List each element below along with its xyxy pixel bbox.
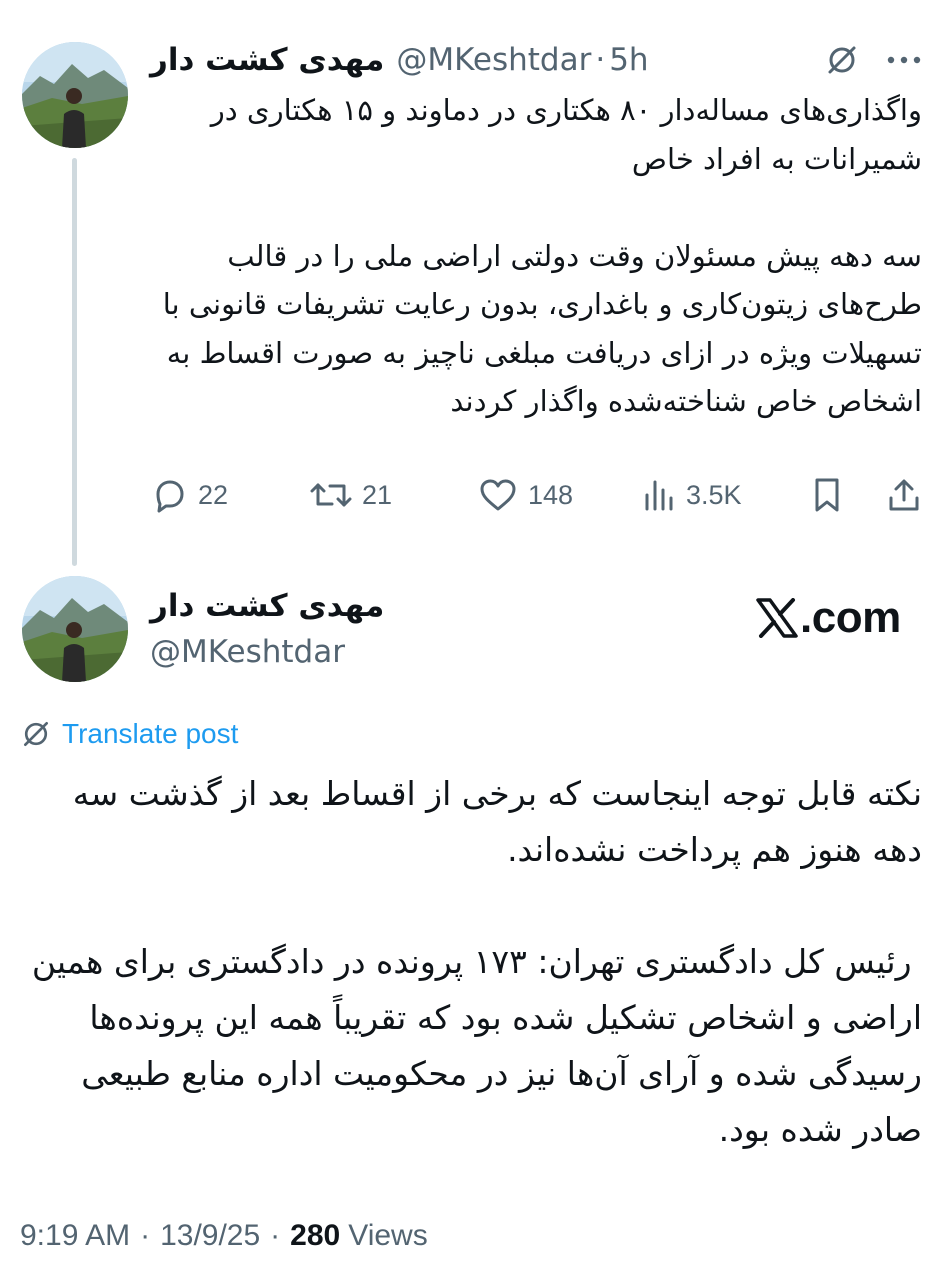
avatar-photo: [22, 576, 128, 682]
tweet-meta: 9:19 AM · 13/9/25 · 280 Views: [20, 1214, 428, 1258]
views-button[interactable]: 3.5K: [642, 477, 742, 513]
reply-icon: [156, 480, 184, 513]
tweet-time[interactable]: 5h: [609, 42, 648, 78]
views-count: 280: [290, 1219, 341, 1252]
bookmark-icon: [815, 478, 839, 512]
separator-dot: ·: [140, 1219, 151, 1252]
views-icon: [645, 480, 673, 511]
avatar-photo: [22, 42, 128, 148]
avatar[interactable]: [22, 42, 128, 148]
tweet-text: واگذاری‌های مساله‌دار ۸۰ هکتاری در دماون…: [162, 93, 922, 418]
tweet-date[interactable]: 13/9/25: [160, 1219, 260, 1253]
grok-icon: [24, 722, 48, 746]
views-label: Views: [348, 1219, 428, 1252]
x-logo: .com: [756, 592, 901, 644]
repost-button[interactable]: 21: [310, 476, 392, 514]
like-icon: [480, 479, 516, 511]
tweet-timestamp[interactable]: 9:19 AM: [20, 1219, 130, 1253]
like-count: 148: [528, 479, 574, 510]
views-count: 3.5K: [686, 479, 742, 510]
bookmark-button[interactable]: [810, 476, 844, 514]
more-icon[interactable]: [886, 55, 922, 65]
author-handle[interactable]: @MKeshtdar: [150, 634, 345, 670]
like-button[interactable]: 148: [478, 476, 573, 514]
thread-line: [72, 158, 77, 566]
translate-post-link[interactable]: Translate post: [20, 714, 238, 754]
grok-icon[interactable]: [824, 42, 860, 78]
tweet-header: مهدی کشت دار @MKeshtdar · 5h: [150, 40, 922, 80]
avatar[interactable]: [22, 576, 128, 682]
author-name[interactable]: مهدی کشت دار: [150, 42, 384, 78]
tweet-text: نکته قابل توجه اینجاست که برخی از اقساط …: [31, 774, 922, 1149]
x-logo-text: .com: [800, 593, 901, 642]
x-icon: [756, 598, 798, 638]
separator-dot: ·: [595, 42, 606, 78]
author-name[interactable]: مهدی کشت دار: [150, 588, 384, 624]
author-handle[interactable]: @MKeshtdar: [396, 42, 591, 78]
repost-icon: [310, 483, 352, 507]
repost-count: 21: [362, 479, 393, 510]
tweet-actions: 22 21 148 3.5K: [150, 470, 922, 520]
translate-label: Translate post: [62, 718, 239, 749]
share-icon: [889, 479, 919, 511]
separator-dot: ·: [270, 1219, 281, 1252]
reply-count: 22: [198, 479, 229, 510]
reply-button[interactable]: 22: [150, 476, 228, 514]
share-button[interactable]: [886, 476, 922, 514]
